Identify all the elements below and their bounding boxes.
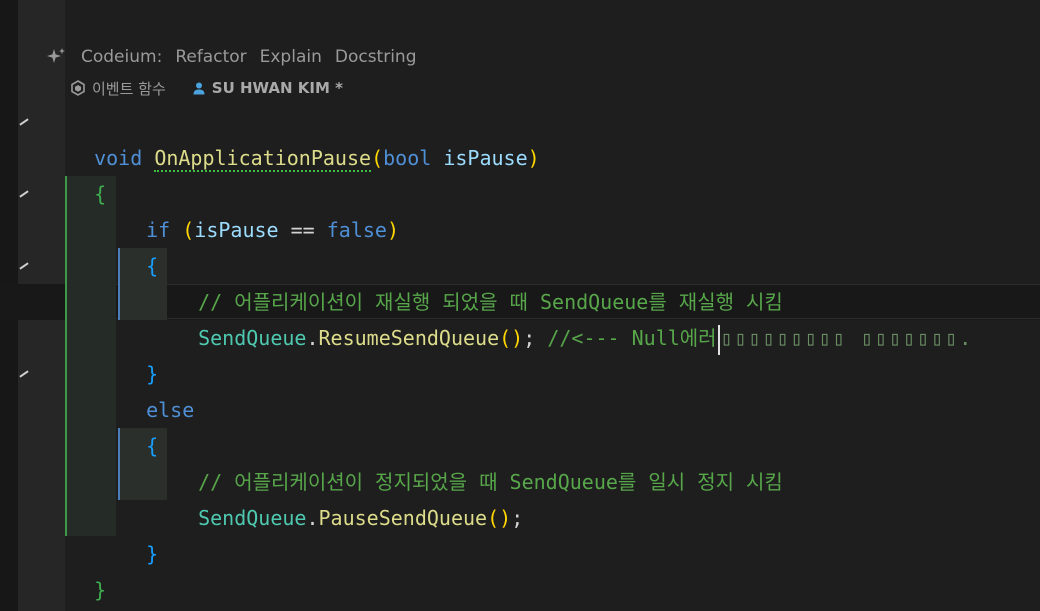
code-line-11[interactable]: SendQueue.PauseSendQueue();: [174, 464, 523, 530]
keyword-bool: bool: [383, 146, 432, 170]
text-caret: [717, 324, 720, 355]
code-line-12[interactable]: }: [122, 500, 158, 566]
change-marker-icon: [19, 190, 29, 198]
codeium-codelens: Codeium: Refactor Explain Docstring: [46, 44, 417, 70]
dot: .: [306, 506, 319, 530]
author-link[interactable]: SU HWAN KIM *: [212, 79, 343, 97]
person-icon: [193, 82, 205, 95]
code-line-1[interactable]: void OnApplicationPause(bool isPause): [70, 104, 540, 172]
variable: isPause: [194, 218, 279, 242]
unity-codelens: 이벤트 함수 SU HWAN KIM *: [70, 77, 343, 99]
brace: {: [146, 254, 159, 278]
paren: (: [371, 146, 384, 170]
method-name[interactable]: OnApplicationPause: [154, 146, 372, 172]
parameter: isPause: [443, 146, 528, 170]
paren: (: [182, 218, 195, 242]
semicolon: ;: [523, 326, 536, 350]
code-line-2[interactable]: {: [70, 140, 106, 206]
unity-icon: [71, 80, 85, 96]
parens: (): [499, 326, 524, 350]
paren: ): [386, 218, 400, 242]
semicolon: ;: [511, 506, 524, 530]
code-line-9[interactable]: {: [122, 392, 158, 458]
brace: }: [146, 542, 159, 566]
brace: {: [146, 434, 159, 458]
change-marker-icon: [19, 118, 29, 126]
comment-garbled: ▯▯▯▯▯▯▯▯▯ ▯▯▯▯▯▯▯.: [720, 326, 974, 350]
code-line-6[interactable]: SendQueue.ResumeSendQueue(); //<--- Null…: [174, 284, 973, 355]
dot: .: [306, 326, 319, 350]
code-line-8[interactable]: else: [122, 356, 194, 422]
indent-guide-outer: [65, 176, 116, 536]
class-name: SendQueue: [198, 326, 307, 350]
brace: {: [94, 182, 107, 206]
explain-link[interactable]: Explain: [260, 47, 322, 67]
code-line-13[interactable]: }: [70, 536, 106, 602]
change-marker-icon: [19, 370, 29, 378]
code-line-3[interactable]: if (isPause == false): [122, 176, 399, 242]
method-call: PauseSendQueue: [318, 506, 488, 530]
code-line-7[interactable]: }: [122, 320, 158, 386]
refactor-link[interactable]: Refactor: [175, 47, 246, 67]
method-call: ResumeSendQueue: [318, 326, 500, 350]
change-marker-icon: [19, 262, 29, 270]
parens: (): [487, 506, 512, 530]
class-name: SendQueue: [198, 506, 307, 530]
docstring-link[interactable]: Docstring: [335, 47, 417, 67]
code-line-4[interactable]: {: [122, 212, 158, 278]
codeium-sparkle-icon: [47, 48, 65, 63]
event-function-link[interactable]: 이벤트 함수: [92, 78, 166, 99]
code-line-10[interactable]: // 어플리케이션이 정지되었을 때 SendQueue를 일시 정지 시킴: [174, 428, 783, 494]
operator: ==: [290, 218, 315, 242]
paren: ): [527, 146, 540, 170]
keyword-false: false: [326, 218, 387, 242]
codeium-label: Codeium:: [81, 47, 163, 67]
brace: }: [94, 578, 107, 602]
comment: //<--- Null에러: [547, 326, 717, 350]
code-line-5[interactable]: // 어플리케이션이 재실행 되었을 때 SendQueue를 재실행 시킴: [174, 248, 783, 314]
